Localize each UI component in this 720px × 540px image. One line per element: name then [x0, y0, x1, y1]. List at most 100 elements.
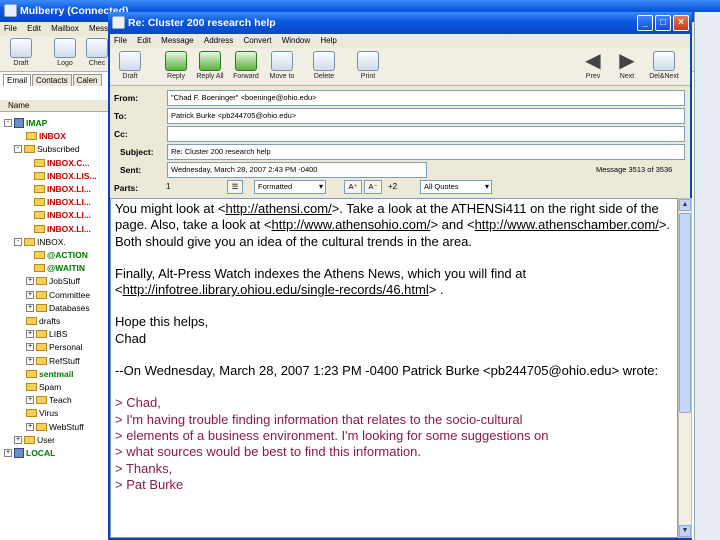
font-increase-button[interactable]: A⁺ [344, 180, 362, 194]
print-button[interactable]: Print [352, 51, 384, 80]
scroll-down-icon[interactable]: ▼ [679, 525, 691, 537]
main-menu-edit[interactable]: Edit [23, 24, 45, 33]
link-athenschamber[interactable]: http://www.athenschamber.com/ [475, 217, 659, 232]
expand-icon[interactable]: + [4, 449, 12, 457]
expand-icon[interactable]: + [26, 303, 34, 312]
link-athensohio[interactable]: http://www.athensohio.com/ [271, 217, 430, 232]
sent-field[interactable]: Wednesday, March 28, 2007 2:43 PM -0400 [167, 162, 427, 178]
collapse-icon[interactable]: - [4, 119, 12, 127]
tree-item[interactable]: + LOCAL [4, 447, 55, 459]
tree-item[interactable]: sentmail [26, 368, 74, 380]
main-menu-mailbox[interactable]: Mailbox [47, 24, 83, 33]
draft-button[interactable]: Draft [114, 51, 146, 80]
forward-button[interactable]: Forward [228, 51, 264, 80]
link-infotree[interactable]: http://infotree.library.ohiou.edu/single… [123, 282, 429, 297]
tree-item[interactable]: + Personal [26, 341, 83, 353]
to-field[interactable]: Patrick Burke <pb244705@ohio.edu> [167, 108, 685, 124]
main-check-button[interactable]: Chec [84, 38, 110, 67]
maximize-button[interactable]: □ [655, 15, 671, 31]
tree-item[interactable]: INBOX.LIS... [34, 170, 97, 182]
delete-button[interactable]: Delete [308, 51, 340, 80]
quote-select[interactable]: All Quotes [420, 180, 492, 194]
sent-label: Sent: [120, 165, 142, 175]
name-column-header[interactable]: Name [0, 100, 110, 112]
body-scrollbar[interactable]: ▲ ▼ [678, 198, 692, 538]
tree-item[interactable]: - INBOX. [14, 236, 66, 248]
expand-icon[interactable]: + [14, 435, 22, 444]
tree-item-label: drafts [39, 316, 61, 326]
cc-field[interactable] [167, 126, 685, 142]
tree-item[interactable]: - IMAP [4, 117, 47, 129]
menu-edit[interactable]: Edit [133, 36, 155, 45]
tree-item[interactable]: - Subscribed [14, 143, 80, 155]
expand-icon[interactable]: + [26, 277, 34, 286]
menu-address[interactable]: Address [200, 36, 237, 45]
tree-item[interactable]: INBOX [26, 130, 66, 142]
main-menu-file[interactable]: File [0, 24, 21, 33]
collapse-icon[interactable]: - [14, 145, 22, 154]
tab-email[interactable]: Email [3, 74, 32, 86]
next-button[interactable]: ▶ Next [612, 51, 642, 80]
tree-item[interactable]: + Teach [26, 394, 72, 406]
next-label: Next [619, 73, 635, 80]
tree-item[interactable]: @WAITIN [34, 262, 85, 274]
tree-item[interactable]: + LIBS [26, 328, 67, 340]
scroll-up-icon[interactable]: ▲ [679, 199, 691, 211]
close-button[interactable]: × [673, 15, 689, 31]
tree-item[interactable]: INBOX.LI... [34, 209, 91, 221]
tree-item[interactable]: + User [14, 434, 55, 446]
main-draft-button[interactable]: Draft [6, 38, 36, 67]
tree-item[interactable]: INBOX.LI... [34, 183, 91, 195]
tree-item[interactable]: + RefStuff [26, 355, 80, 367]
main-logout-button[interactable]: Logo [50, 38, 80, 67]
body-signoff-1: Hope this helps, [115, 314, 209, 330]
message-title-bar[interactable]: Re: Cluster 200 research help [108, 12, 692, 34]
reply-button[interactable]: Reply [160, 51, 192, 80]
tree-item[interactable]: + Committee [26, 289, 90, 301]
tree-item[interactable]: drafts [26, 315, 60, 327]
tree-item[interactable]: + JobStuff [26, 275, 80, 287]
expand-icon[interactable]: + [26, 290, 34, 299]
expand-icon[interactable]: + [26, 396, 34, 405]
menu-message[interactable]: Message [157, 36, 197, 45]
menu-window[interactable]: Window [278, 36, 314, 45]
subject-field[interactable]: Re: Cluster 200 research help [167, 144, 685, 160]
tab-contacts[interactable]: Contacts [32, 74, 72, 86]
expand-icon[interactable]: + [26, 422, 34, 431]
menu-convert[interactable]: Convert [239, 36, 275, 45]
tree-item-label: INBOX.LI... [47, 223, 91, 234]
from-field[interactable]: "Chad F. Boeninger" <boeninge@ohio.edu> [167, 90, 685, 106]
tree-item[interactable]: Virus [26, 407, 58, 419]
scroll-thumb[interactable] [679, 213, 691, 413]
font-decrease-button[interactable]: A⁻ [364, 180, 382, 194]
delete-label: Delete [313, 73, 335, 80]
tab-calendar[interactable]: Calen [72, 74, 102, 86]
body-signoff-2: Chad [115, 330, 147, 346]
format-select[interactable]: Formatted [254, 180, 326, 194]
expand-icon[interactable]: + [26, 343, 34, 352]
expand-icon[interactable]: + [26, 330, 34, 339]
message-title: Re: Cluster 200 research help [128, 17, 276, 29]
tree-item[interactable]: INBOX.LI... [34, 223, 91, 235]
tree-item[interactable]: INBOX.C... [34, 157, 90, 169]
menu-file[interactable]: File [110, 36, 131, 45]
menu-help[interactable]: Help [316, 36, 340, 45]
move-to-button[interactable]: Move to [264, 51, 300, 80]
tree-item[interactable]: + Databases [26, 302, 90, 314]
minimize-button[interactable]: _ [637, 15, 653, 31]
reply-all-button[interactable]: Reply All [192, 51, 228, 80]
tree-item[interactable]: @ACTION [34, 249, 88, 261]
main-draft-label: Draft [13, 60, 29, 67]
expand-icon[interactable]: + [26, 356, 34, 365]
message-body[interactable]: You might look at <http://athensi.com/>.… [110, 198, 678, 538]
link-athensi[interactable]: http://athensi.com/ [225, 201, 331, 216]
tree-item[interactable]: + WebStuff [26, 421, 84, 433]
prev-button[interactable]: ◀ Prev [578, 51, 608, 80]
reply-all-label: Reply All [196, 73, 224, 80]
tree-item[interactable]: INBOX.LI... [34, 196, 91, 208]
collapse-icon[interactable]: - [14, 237, 22, 246]
delete-next-button[interactable]: Del&Next [646, 51, 682, 80]
parts-toggle-button[interactable]: ☰ [227, 180, 243, 194]
reply-icon [165, 51, 187, 71]
tree-item[interactable]: Spam [26, 381, 61, 393]
